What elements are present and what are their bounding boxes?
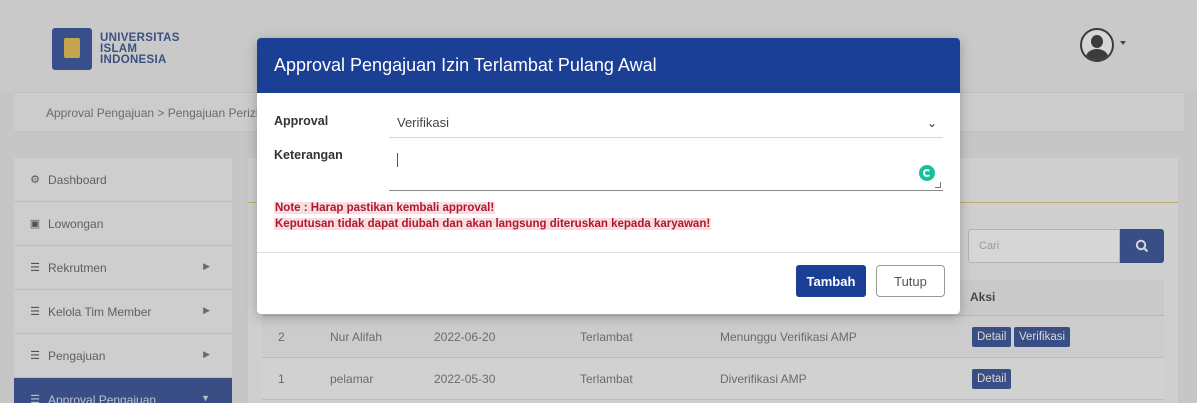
approval-label: Approval: [274, 114, 329, 128]
tambah-button[interactable]: Tambah: [796, 265, 866, 297]
keterangan-textarea[interactable]: [389, 145, 943, 191]
approval-modal: Approval Pengajuan Izin Terlambat Pulang…: [257, 38, 960, 314]
text-cursor: [397, 153, 398, 167]
modal-header: Approval Pengajuan Izin Terlambat Pulang…: [257, 38, 960, 93]
warning-note: Note : Harap pastikan kembali approval!: [274, 202, 496, 214]
tutup-button[interactable]: Tutup: [876, 265, 945, 297]
keterangan-label: Keterangan: [274, 148, 343, 162]
modal-footer: Tambah Tutup: [257, 253, 960, 314]
warning-note-detail: Keputusan tidak dapat diubah dan akan la…: [274, 218, 712, 230]
grammar-check-icon[interactable]: [919, 165, 935, 181]
modal-body: Approval Verifikasi ⌄ Keterangan Note : …: [257, 93, 960, 253]
modal-title: Approval Pengajuan Izin Terlambat Pulang…: [274, 55, 657, 75]
approval-select[interactable]: Verifikasi ⌄: [389, 108, 943, 138]
chevron-down-icon: ⌄: [926, 116, 937, 130]
resize-handle-icon[interactable]: [935, 182, 941, 188]
approval-selected-value: Verifikasi: [397, 115, 450, 130]
